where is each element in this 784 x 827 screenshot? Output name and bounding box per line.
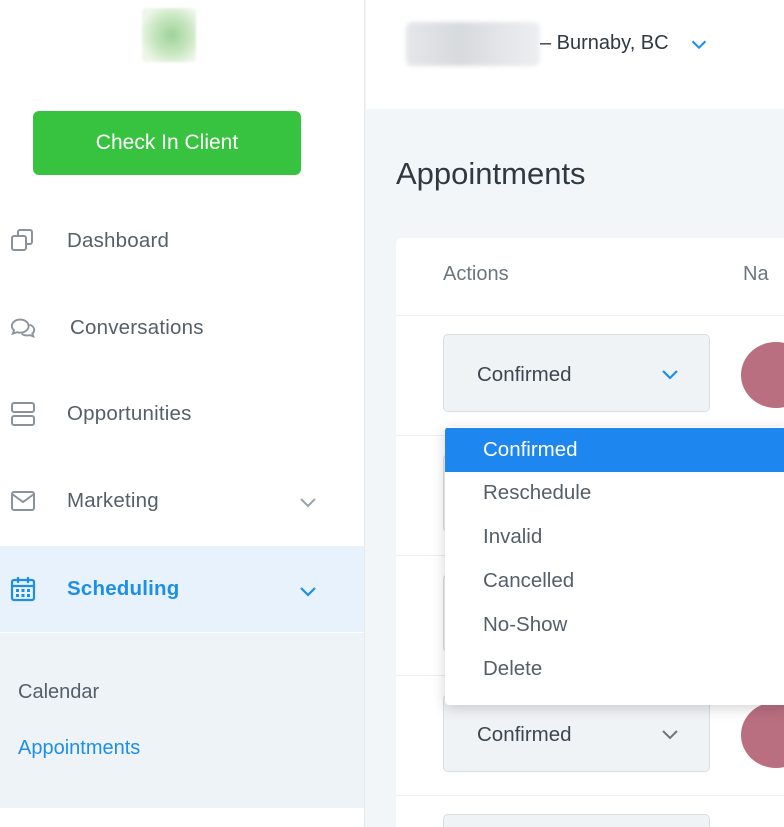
sidebar-item-label: Opportunities [67,402,192,425]
status-dropdown-menu: Confirmed Reschedule Invalid Cancelled N… [445,427,784,705]
chevron-down-icon[interactable] [296,490,320,514]
top-bar: – Burnaby, BC [366,0,784,109]
location-label[interactable]: – Burnaby, BC [540,32,669,55]
sidebar-item-conversations[interactable]: Conversations [0,285,364,371]
row-divider [396,795,784,796]
scheduling-subnav: Calendar Appointments [0,633,364,808]
row-divider [396,315,784,316]
dropdown-option-cancelled[interactable]: Cancelled [445,559,784,603]
status-select[interactable]: Confirmed [443,694,710,772]
dropdown-option-invalid[interactable]: Invalid [445,515,784,559]
status-select[interactable] [443,814,710,827]
status-select-value: Confirmed [477,723,572,746]
dropdown-option-confirmed[interactable]: Confirmed [445,428,784,472]
chevron-down-icon [662,370,678,380]
chevron-down-icon[interactable] [296,579,320,603]
dropdown-option-delete[interactable]: Delete [445,647,784,691]
status-select-value: Confirmed [477,363,572,386]
column-header-name: Na [743,263,769,285]
column-header-actions: Actions [443,263,509,285]
dashboard-icon [8,226,38,256]
sidebar-item-label: Conversations [70,316,204,339]
subnav-item-appointments[interactable]: Appointments [18,737,140,760]
sidebar: Check In Client Dashboard Conversations … [0,0,365,827]
sidebar-item-label: Dashboard [67,229,170,252]
marketing-icon [8,486,38,516]
sidebar-item-scheduling[interactable]: Scheduling [0,546,364,632]
dropdown-option-reschedule[interactable]: Reschedule [445,471,784,515]
location-chevron-down-icon[interactable] [688,33,710,55]
page-title: Appointments [396,156,586,191]
sidebar-item-label: Marketing [67,489,159,512]
sidebar-item-dashboard[interactable]: Dashboard [0,198,364,284]
status-select[interactable]: Confirmed [443,334,710,412]
dropdown-option-no-show[interactable]: No-Show [445,603,784,647]
opportunities-icon [8,399,38,429]
company-logo [142,8,196,62]
sidebar-item-opportunities[interactable]: Opportunities [0,371,364,457]
calendar-icon [8,574,38,604]
chevron-down-icon [662,730,678,740]
check-in-client-button[interactable]: Check In Client [33,111,301,175]
sidebar-item-label: Scheduling [67,577,180,600]
sidebar-item-marketing[interactable]: Marketing [0,458,364,544]
conversations-icon [8,313,38,343]
location-name-redacted [406,22,540,66]
subnav-item-calendar[interactable]: Calendar [18,681,99,704]
